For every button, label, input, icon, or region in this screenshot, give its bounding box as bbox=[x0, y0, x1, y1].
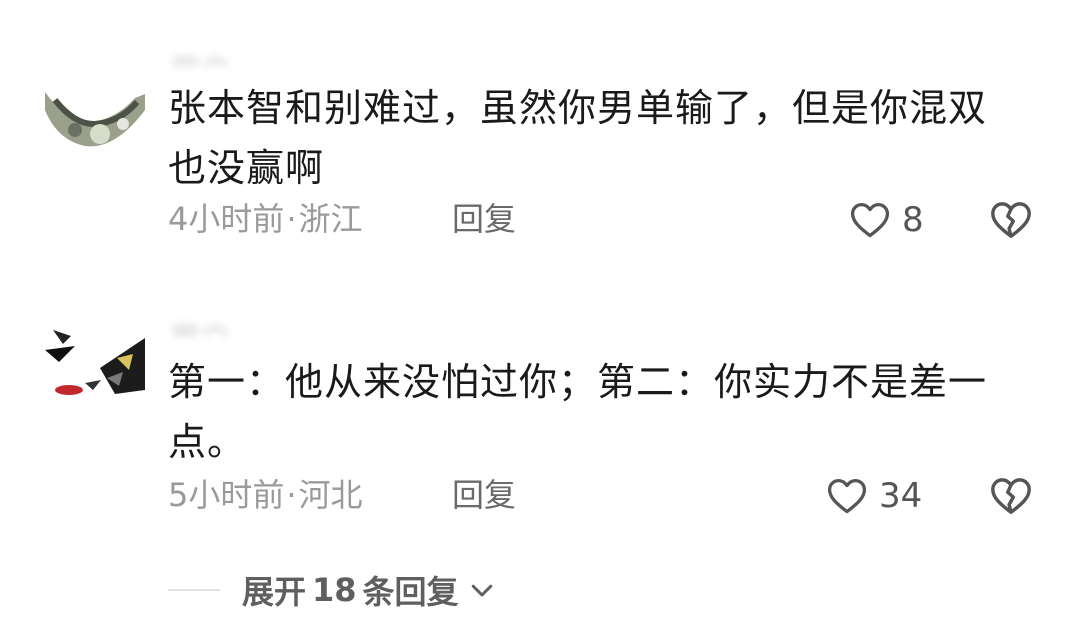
meta-separator: · bbox=[286, 476, 297, 514]
username[interactable]: 用户 · · bbox=[170, 46, 550, 66]
reply-button[interactable]: 回复 bbox=[452, 473, 516, 517]
like-button[interactable]: 8 bbox=[848, 196, 924, 244]
username[interactable]: 用户 bbox=[170, 314, 550, 336]
chevron-down-icon bbox=[471, 584, 492, 597]
expand-count: 18 bbox=[312, 571, 357, 609]
avatar[interactable] bbox=[45, 80, 145, 150]
broken-heart-icon bbox=[991, 202, 1031, 239]
reply-button[interactable]: 回复 bbox=[452, 197, 516, 241]
comment-meta: 4小时前·浙江 bbox=[168, 197, 363, 241]
like-count: 34 bbox=[879, 476, 923, 516]
like-count: 8 bbox=[902, 200, 924, 240]
expand-replies: 展开 18 条回复 bbox=[0, 565, 1080, 615]
dislike-button[interactable] bbox=[988, 197, 1034, 243]
avatar[interactable] bbox=[45, 328, 145, 398]
comment-list: 用户 · · 张本智和别难过，虽然你男单输了，但是你混双也没赢啊 4小时前·浙江… bbox=[0, 0, 1080, 625]
broken-heart-icon bbox=[991, 478, 1031, 515]
comment-meta: 5小时前·河北 bbox=[168, 473, 363, 517]
comment-location: 河北 bbox=[298, 476, 363, 514]
comment-text: 张本智和别难过，虽然你男单输了，但是你混双也没赢啊 bbox=[168, 86, 988, 190]
comment-text: 第一：他从来没怕过你；第二：你实力不是差一点。 bbox=[168, 360, 988, 464]
expand-prefix: 展开 bbox=[242, 573, 307, 611]
comment-time: 4小时前 bbox=[168, 200, 285, 238]
comment-time: 5小时前 bbox=[168, 476, 285, 514]
dislike-button[interactable] bbox=[988, 473, 1034, 519]
comment-location: 浙江 bbox=[298, 200, 363, 238]
expand-replies-button[interactable]: 展开 18 条回复 bbox=[242, 565, 497, 615]
heart-outline-icon bbox=[850, 202, 890, 238]
heart-outline-icon bbox=[827, 478, 867, 514]
like-button[interactable]: 34 bbox=[825, 472, 922, 520]
expand-suffix: 条回复 bbox=[362, 573, 459, 611]
divider-line bbox=[168, 589, 220, 591]
meta-separator: · bbox=[286, 200, 297, 238]
